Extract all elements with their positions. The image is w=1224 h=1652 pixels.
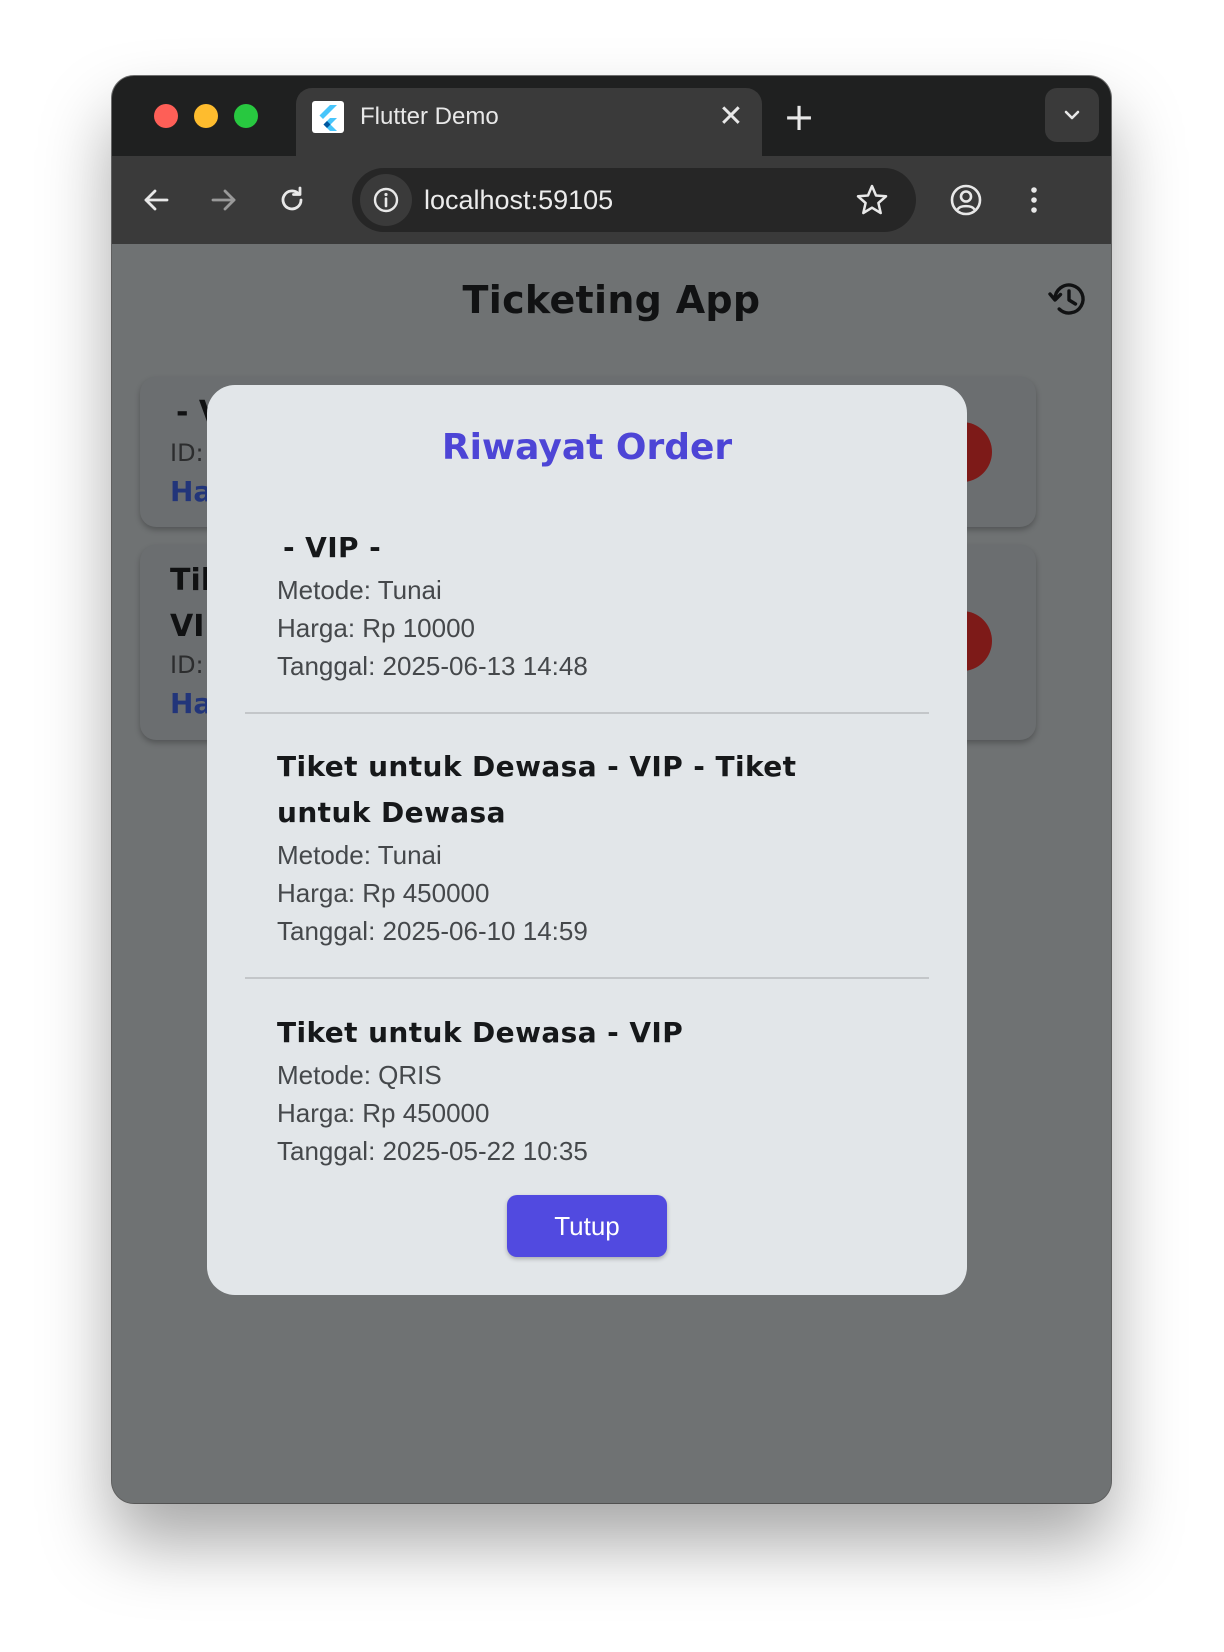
ticket-price: Ha — [170, 687, 213, 720]
order-method: Metode: Tunai — [277, 840, 442, 870]
app-title: Ticketing App — [462, 278, 761, 322]
account-circle-icon[interactable] — [948, 182, 984, 218]
flutter-logo-icon — [312, 101, 344, 133]
page-viewport: Ticketing App - V ID: Ha Tik VI ID: Ha R… — [112, 244, 1111, 1503]
order-date: Tanggal: 2025-06-10 14:59 — [277, 916, 588, 946]
order-date: Tanggal: 2025-05-22 10:35 — [277, 1136, 588, 1166]
history-icon[interactable] — [1045, 276, 1091, 322]
list-item: - VIP - Metode: Tunai Harga: Rp 10000 Ta… — [277, 525, 857, 685]
reload-icon[interactable] — [274, 182, 310, 218]
tab-search-button[interactable] — [1045, 88, 1099, 142]
minimize-window-button[interactable] — [194, 104, 218, 128]
order-title: Tiket untuk Dewasa - VIP — [277, 1016, 684, 1049]
order-title: - VIP - — [283, 531, 382, 564]
divider — [245, 712, 929, 714]
ticket-id: ID: — [170, 439, 204, 467]
order-price: Harga: Rp 450000 — [277, 1098, 490, 1128]
star-icon[interactable] — [854, 182, 890, 218]
browser-window: Flutter Demo ✕ + localhost:59105 Ticketi… — [112, 76, 1111, 1503]
order-price: Harga: Rp 10000 — [277, 613, 476, 643]
more-vert-icon[interactable] — [1016, 182, 1052, 218]
order-history-dialog: Riwayat Order - VIP - Metode: Tunai Harg… — [207, 385, 967, 1295]
browser-toolbar: localhost:59105 — [112, 156, 1111, 244]
close-window-button[interactable] — [154, 104, 178, 128]
ticket-price: Ha — [170, 475, 213, 508]
chevron-down-icon — [1064, 110, 1080, 120]
tab-close-icon[interactable]: ✕ — [718, 102, 744, 132]
info-icon — [373, 187, 399, 213]
ticket-title: VI — [170, 609, 205, 644]
list-item: Tiket untuk Dewasa - VIP Metode: QRIS Ha… — [277, 1010, 857, 1170]
dialog-title: Riwayat Order — [441, 427, 733, 468]
address-bar[interactable]: localhost:59105 — [352, 168, 916, 232]
order-date: Tanggal: 2025-06-13 14:48 — [277, 651, 588, 681]
order-method: Metode: Tunai — [277, 575, 442, 605]
ticket-id: ID: — [170, 651, 204, 679]
tab-title: Flutter Demo — [360, 103, 499, 130]
tab-strip: Flutter Demo ✕ + — [112, 76, 1111, 156]
browser-tab[interactable]: Flutter Demo ✕ — [296, 88, 762, 156]
order-method: Metode: QRIS — [277, 1060, 442, 1090]
list-item: Tiket untuk Dewasa - VIP - Tiket untuk D… — [277, 744, 857, 950]
arrow-right-icon[interactable] — [206, 182, 242, 218]
order-title: Tiket untuk Dewasa - VIP - Tiket — [277, 750, 797, 783]
arrow-left-icon[interactable] — [138, 182, 174, 218]
divider — [245, 977, 929, 979]
close-button[interactable]: Tutup — [507, 1195, 667, 1257]
url-text[interactable]: localhost:59105 — [424, 168, 613, 232]
site-info-button[interactable] — [360, 174, 412, 226]
maximize-window-button[interactable] — [234, 104, 258, 128]
order-title-continued: untuk Dewasa — [277, 796, 506, 829]
new-tab-button[interactable]: + — [782, 98, 816, 136]
order-price: Harga: Rp 450000 — [277, 878, 490, 908]
